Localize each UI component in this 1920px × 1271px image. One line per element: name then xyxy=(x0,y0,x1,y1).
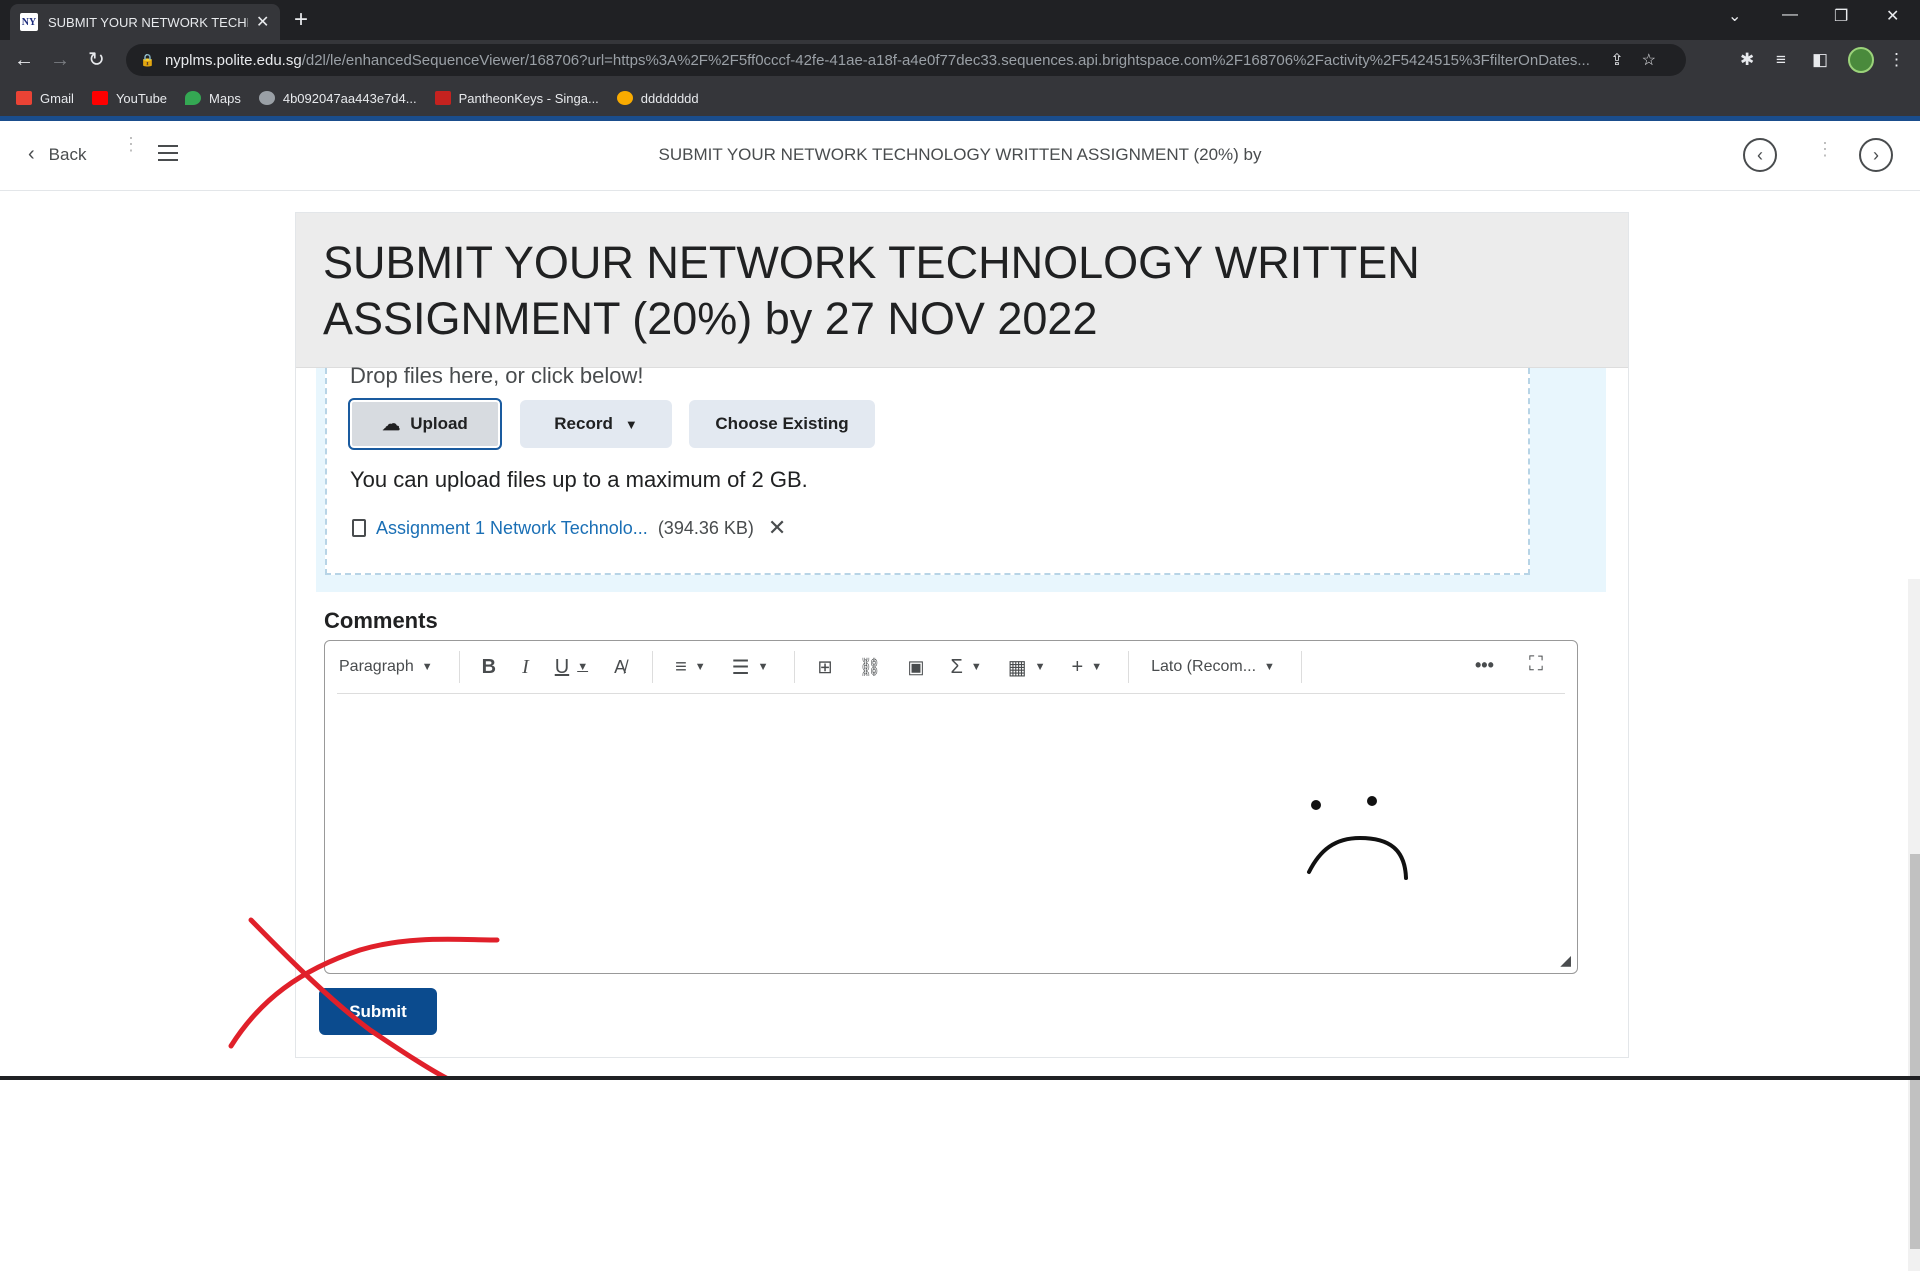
site-favicon-icon: NY xyxy=(20,13,38,31)
comments-editor[interactable]: Paragraph ▼ B I U ▼ A̸ ≡ ▼ ☰ ▼ ⊞ ⛓ ▣ Σ ▼ ▦ ▼ +… xyxy=(324,640,1578,974)
image-icon[interactable]: ▣ xyxy=(907,657,924,678)
chevron-down-icon: ▼ xyxy=(1034,661,1046,673)
toolbar-separator xyxy=(458,651,460,683)
chevron-right-icon: › xyxy=(1873,144,1879,165)
extensions-icon[interactable]: ✱ xyxy=(1740,50,1754,70)
upload-limit-text: You can upload files up to a maximum of … xyxy=(350,467,808,492)
assignment-card: SUBMIT YOUR NETWORK TECHNOLOGY WRITTEN A… xyxy=(295,212,1920,1271)
tab-title: SUBMIT YOUR NETWORK TECHNOL xyxy=(48,14,248,30)
next-activity-button[interactable]: › xyxy=(1859,138,1893,172)
maps-pin-icon xyxy=(185,91,202,105)
chrome-menu-icon[interactable]: ⋮ xyxy=(1888,50,1905,70)
lock-icon: 🔒 xyxy=(140,53,155,67)
file-size: (394.36 KB) xyxy=(657,517,754,538)
chevron-down-icon: ▼ xyxy=(1091,661,1103,673)
chevron-down-icon: ▼ xyxy=(694,661,706,673)
bold-icon[interactable]: B xyxy=(482,656,496,679)
attached-file: Assignment 1 Network Technolo... (394.36… xyxy=(352,515,786,541)
drop-instructions: Drop files here, or click below! xyxy=(350,363,644,388)
paragraph-format-dropdown[interactable]: Paragraph ▼ xyxy=(339,658,433,676)
link-icon[interactable]: ⛓ xyxy=(859,657,882,678)
record-button[interactable]: Record ▼ xyxy=(520,400,672,448)
tab-search-icon[interactable]: ⌄ xyxy=(1728,6,1741,26)
header-title: SUBMIT YOUR NETWORK TECHNOLOGY WRITTEN A… xyxy=(658,145,1262,164)
fullscreen-icon[interactable]: ⛶ xyxy=(1529,653,1543,676)
profile-avatar[interactable] xyxy=(1848,47,1874,73)
italic-icon[interactable]: I xyxy=(522,656,529,679)
chevron-left-icon: ‹ xyxy=(1757,144,1763,165)
restore-icon[interactable]: ❐ xyxy=(1834,6,1848,26)
page-title: SUBMIT YOUR NETWORK TECHNOLOGY WRITTEN A… xyxy=(323,237,1420,344)
globe-icon xyxy=(258,91,275,105)
youtube-icon xyxy=(91,91,108,105)
toolbar-divider xyxy=(337,693,1565,694)
comments-label: Comments xyxy=(324,608,438,633)
chevron-down-icon: ▼ xyxy=(421,661,433,673)
table-icon[interactable]: ▦ ▼ xyxy=(1008,655,1046,680)
previous-activity-button[interactable]: ‹ xyxy=(1743,138,1777,172)
toolbar-separator xyxy=(1300,651,1302,683)
bookmark-maps[interactable]: Maps xyxy=(185,91,241,106)
browser-tab[interactable]: NY SUBMIT YOUR NETWORK TECHNOL ✕ xyxy=(10,4,280,40)
insert-plus-icon[interactable]: + ▼ xyxy=(1072,656,1103,679)
chevron-down-icon: ▼ xyxy=(757,661,769,673)
bookmark-star-icon[interactable]: ☆ xyxy=(1642,52,1674,69)
tab-close-icon[interactable]: ✕ xyxy=(256,12,269,32)
file-link[interactable]: Assignment 1 Network Technolo... xyxy=(376,518,648,539)
side-panel-icon[interactable]: ◧ xyxy=(1812,50,1828,70)
window-bottom-edge xyxy=(0,1076,1920,1080)
new-tab-icon[interactable]: + xyxy=(294,6,308,34)
document-icon xyxy=(352,519,366,537)
media-queue-icon[interactable]: ≡ xyxy=(1776,50,1786,70)
editor-toolbar: Paragraph ▼ B I U ▼ A̸ ≡ ▼ ☰ ▼ ⊞ ⛓ ▣ Σ ▼ ▦ ▼ +… xyxy=(325,641,1577,693)
back-arrow-icon[interactable]: ← xyxy=(14,48,34,72)
align-icon[interactable]: ≡ ▼ xyxy=(675,656,706,679)
chevron-down-icon: ▼ xyxy=(624,416,638,432)
bookmark-site-icon xyxy=(616,91,633,105)
chevron-down-icon: ▼ xyxy=(577,661,589,673)
bookmark-pantheonkeys[interactable]: PantheonKeys - Singa... xyxy=(434,91,599,106)
forward-arrow-icon[interactable]: → xyxy=(50,48,70,72)
pantheonkeys-icon xyxy=(434,91,451,105)
cloud-upload-icon: ☁ xyxy=(382,413,401,434)
bookmark-youtube[interactable]: YouTube xyxy=(91,91,167,106)
url-text: nyplms.polite.edu.sg/d2l/le/enhancedSequ… xyxy=(164,51,1590,69)
bookmark-hash[interactable]: 4b092047aa443e7d4... xyxy=(258,91,417,106)
equation-icon[interactable]: Σ ▼ xyxy=(950,656,981,679)
scrollbar[interactable] xyxy=(1908,579,1920,1271)
browser-toolbar: ← → ↻ 🔒 nyplms.polite.edu.sg/d2l/le/enha… xyxy=(0,40,1920,80)
assignment-header: SUBMIT YOUR NETWORK TECHNOLOGY WRITTEN A… xyxy=(296,213,1628,368)
font-family-dropdown[interactable]: Lato (Recom... ▼ xyxy=(1151,658,1275,676)
remove-file-icon[interactable]: ✕ xyxy=(768,515,786,541)
resize-handle-icon[interactable]: ◢ xyxy=(1560,952,1571,969)
toolbar-separator xyxy=(1128,651,1130,683)
list-icon[interactable]: ☰ ▼ xyxy=(732,655,769,680)
chevron-down-icon: ▼ xyxy=(1264,661,1275,673)
chevron-down-icon: ▼ xyxy=(970,661,982,673)
toolbar-separator xyxy=(652,651,654,683)
browser-tab-bar: NY SUBMIT YOUR NETWORK TECHNOL ✕ + ⌄ — ❐… xyxy=(0,0,1920,40)
bookmark-dddddddd[interactable]: dddddddd xyxy=(616,91,699,106)
underline-icon[interactable]: U ▼ xyxy=(555,656,588,679)
bookmarks-bar: Gmail YouTube Maps 4b092047aa443e7d4... … xyxy=(0,80,1920,116)
address-bar[interactable]: 🔒 nyplms.polite.edu.sg/d2l/le/enhancedSe… xyxy=(126,44,1686,76)
share-icon[interactable]: ⇪ xyxy=(1610,52,1641,69)
header-divider: ⋮ xyxy=(1816,139,1834,159)
window-close-icon[interactable]: ✕ xyxy=(1886,6,1899,26)
more-options-icon[interactable]: ••• xyxy=(1475,655,1494,676)
minimize-icon[interactable]: — xyxy=(1782,6,1798,24)
clear-format-icon[interactable]: A̸ xyxy=(614,657,626,678)
toolbar-separator xyxy=(794,651,796,683)
reload-icon[interactable]: ↻ xyxy=(88,48,105,72)
insert-stuff-icon[interactable]: ⊞ xyxy=(817,657,832,678)
gmail-icon xyxy=(16,91,32,105)
choose-existing-button[interactable]: Choose Existing xyxy=(689,400,875,448)
upload-button[interactable]: ☁ Upload xyxy=(348,398,502,450)
bookmark-gmail[interactable]: Gmail xyxy=(16,91,74,106)
submit-button[interactable]: Submit xyxy=(319,988,437,1035)
scrollbar-thumb[interactable] xyxy=(1910,854,1920,1249)
sequence-viewer-header: ‹ Back ⋮ SUBMIT YOUR NETWORK TECHNOLOGY … xyxy=(0,121,1920,191)
